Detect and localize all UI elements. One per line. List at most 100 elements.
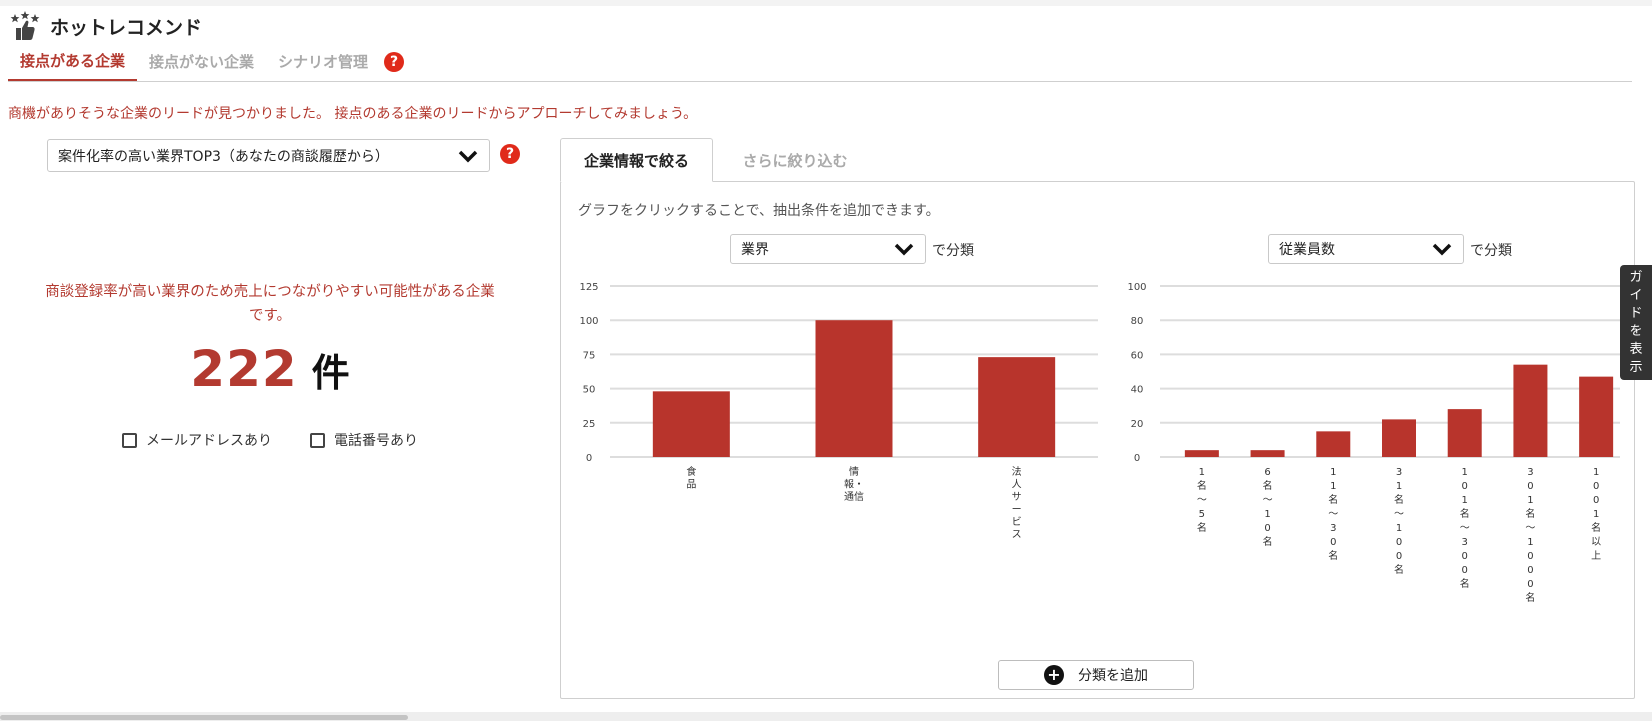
tab-company-info[interactable]: 企業情報で絞る (560, 138, 713, 182)
y-tick-label: 100 (579, 316, 598, 327)
email-filter-checkbox[interactable]: メールアドレスあり (122, 430, 272, 450)
x-category-label: 6 (1264, 467, 1270, 478)
x-category-label: 名 (1591, 521, 1601, 534)
x-category-label: 1 (1527, 537, 1533, 548)
horizontal-scrollbar[interactable] (0, 712, 1652, 721)
main-tabs: 接点がある企業 接点がない企業 シナリオ管理 ? (8, 46, 405, 82)
plus-circle-icon: + (1044, 665, 1064, 685)
x-category-label: 名 (1525, 591, 1535, 604)
scenario-select[interactable]: 案件化率の高い業界TOP3（あなたの商談履歴から） (47, 139, 490, 172)
guide-char: イ (1629, 287, 1643, 303)
x-category-label: 1 (1199, 467, 1205, 478)
bar[interactable] (1250, 450, 1285, 457)
x-category-label: 0 (1396, 551, 1402, 562)
guide-char: ガ (1629, 269, 1643, 285)
x-category-label: 0 (1527, 565, 1533, 576)
x-category-label: 〜 (1328, 509, 1338, 520)
x-category-label: 人 (1012, 479, 1022, 491)
x-category-label: ス (1012, 530, 1022, 541)
y-tick-label: 60 (1131, 350, 1144, 361)
employee-bar-chart-svg[interactable]: 0204060801001名〜5名6名〜10名11名〜30名31名〜100名10… (1125, 276, 1620, 616)
industry-classify-select[interactable]: 業界 (730, 234, 926, 264)
x-category-label: 〜 (1197, 495, 1207, 506)
bar[interactable] (1382, 419, 1416, 457)
x-category-label: 食 (686, 465, 696, 478)
x-category-label: 名 (1328, 493, 1338, 506)
bar[interactable] (815, 320, 893, 457)
employee-select-value: 従業員数 (1279, 242, 1335, 258)
x-category-label: 3 (1462, 537, 1468, 548)
result-count-unit: 件 (311, 351, 350, 395)
page-header: ホットレコメンド (10, 8, 202, 44)
page-title: ホットレコメンド (50, 16, 203, 39)
chart-hint: グラフをクリックすることで、抽出条件を追加できます。 (578, 203, 940, 219)
chevron-down-icon (894, 243, 914, 256)
y-tick-label: 125 (579, 282, 598, 293)
result-description: 商談登録率が高い業界のため売上につながりやすい可能性がある企業です。 (45, 284, 495, 324)
x-category-label: 名 (1197, 479, 1207, 492)
bar[interactable] (1447, 409, 1482, 457)
phone-filter-checkbox[interactable]: 電話番号あり (310, 430, 418, 450)
y-tick-label: 80 (1131, 316, 1144, 327)
bar[interactable] (978, 357, 1056, 457)
x-category-label: 0 (1396, 537, 1402, 548)
checkbox-box[interactable] (122, 432, 137, 448)
add-classification-button[interactable]: + 分類を追加 (998, 660, 1194, 690)
x-category-label: 情 (849, 465, 859, 478)
chevron-down-icon (1432, 243, 1452, 256)
x-category-label: 名 (1263, 535, 1273, 548)
result-count-number: 222 (190, 340, 298, 398)
x-category-label: 0 (1527, 481, 1533, 492)
x-category-label: 法 (1012, 465, 1022, 478)
x-category-label: 0 (1593, 481, 1599, 492)
employee-bar-chart[interactable]: 0 20 40 60 80 100 1 名〜 5 名 6 名〜 1 0 名 1 1 名〜 3 0 名 3 1 名〜 1 0 0 名 1 0… (1125, 276, 1620, 620)
employee-classify-select[interactable]: 従業員数 (1268, 234, 1464, 264)
x-category-label: 名 (1197, 521, 1207, 534)
x-category-label: 〜 (1525, 523, 1535, 534)
scenario-help-icon[interactable]: ? (500, 144, 520, 164)
x-category-label: 0 (1462, 551, 1468, 562)
employee-classify-label: で分類 (1470, 243, 1512, 259)
bar[interactable] (1513, 364, 1548, 457)
y-tick-label: 20 (1131, 419, 1144, 430)
y-tick-label: 0 (1134, 453, 1140, 464)
x-category-label: 1 (1462, 495, 1468, 506)
x-category-label: 〜 (1263, 495, 1273, 506)
x-category-label: 〜 (1394, 509, 1404, 520)
tab-scenario-management[interactable]: シナリオ管理 (266, 51, 380, 82)
guide-char: 表 (1629, 341, 1643, 357)
x-category-label: 名 (1394, 493, 1404, 506)
y-tick-label: 100 (1127, 282, 1146, 293)
x-category-label: 1 (1330, 481, 1336, 492)
tab-narrow-further[interactable]: さらに絞り込む (720, 138, 870, 182)
guide-toggle-button[interactable]: ガ イ ド を 表 示 (1620, 265, 1652, 380)
result-count: 222 件 (0, 340, 540, 398)
tab-with-contact[interactable]: 接点がある企業 (8, 50, 138, 82)
industry-bar-chart[interactable]: 0 25 50 75 100 125 食品 情報・ 通信 法人サービス (575, 276, 1105, 620)
bar[interactable] (652, 391, 730, 457)
x-category-label: 0 (1593, 495, 1599, 506)
scrollbar-thumb[interactable] (0, 715, 408, 720)
bar[interactable] (1184, 450, 1219, 457)
x-category-label: 1 (1396, 523, 1402, 534)
x-category-label: 報・ (844, 479, 864, 491)
x-category-label: 1 (1593, 509, 1599, 520)
bar[interactable] (1316, 431, 1351, 457)
x-category-label: 0 (1462, 565, 1468, 576)
x-category-label: 名 (1460, 507, 1470, 520)
bar[interactable] (1579, 376, 1614, 457)
industry-select-value: 業界 (741, 242, 769, 258)
chevron-down-icon (458, 150, 478, 162)
x-category-label: 3 (1330, 523, 1336, 534)
email-filter-label: メールアドレスあり (146, 433, 272, 449)
x-category-label: 0 (1462, 481, 1468, 492)
x-category-label: 0 (1527, 551, 1533, 562)
y-tick-label: 40 (1131, 385, 1144, 396)
checkbox-box[interactable] (310, 432, 325, 448)
help-icon[interactable]: ? (384, 52, 405, 72)
x-category-label: 1 (1330, 467, 1336, 478)
industry-bar-chart-svg[interactable]: 0 25 50 75 100 125 食品 情報・通信 法人サービス (575, 276, 1105, 616)
tab-without-contact[interactable]: 接点がない企業 (137, 51, 266, 82)
x-category-label: 以 (1591, 537, 1601, 548)
x-category-label: 名 (1394, 563, 1404, 576)
